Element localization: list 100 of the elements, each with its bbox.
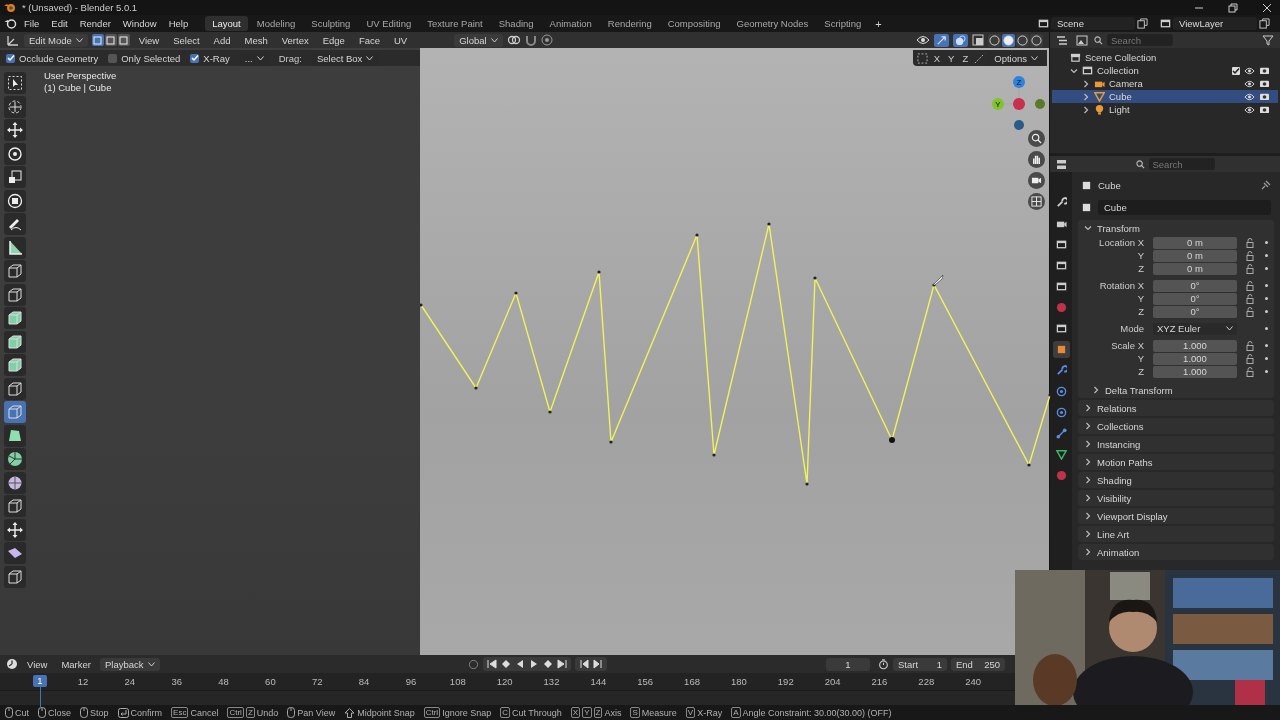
keyframe-dot[interactable] — [1265, 310, 1268, 313]
panel-header[interactable]: Transform — [1078, 220, 1274, 236]
tool-button[interactable] — [4, 189, 26, 212]
chevron-icon[interactable] — [1070, 66, 1078, 75]
restore-icon[interactable] — [1228, 2, 1238, 13]
lock-icon[interactable] — [1246, 366, 1254, 377]
chevron-icon[interactable] — [1084, 224, 1092, 232]
menu-item[interactable]: File — [19, 17, 45, 30]
keyframe-dot[interactable] — [1265, 370, 1268, 373]
number-field[interactable]: 0 m — [1153, 236, 1237, 249]
tool-button[interactable] — [4, 166, 26, 188]
number-field[interactable]: 1.000 — [1153, 352, 1237, 365]
camera-icon[interactable] — [1259, 79, 1270, 88]
panel-header[interactable]: Collections — [1078, 418, 1274, 434]
chevron-icon[interactable] — [1084, 530, 1092, 538]
shading-button[interactable] — [988, 33, 1001, 47]
chevron-icon[interactable] — [1082, 105, 1090, 114]
snap-icon[interactable] — [916, 52, 928, 64]
tool-button[interactable] — [4, 260, 26, 282]
record-icon[interactable] — [467, 658, 479, 670]
workspace-tab[interactable]: Modeling — [249, 16, 303, 31]
keyframe-dot[interactable] — [1265, 284, 1268, 287]
tool-button[interactable] — [4, 448, 26, 470]
chevron-icon[interactable] — [1084, 404, 1092, 412]
workspace-tab[interactable]: Layout — [205, 16, 248, 31]
camera-view-button[interactable] — [1028, 172, 1045, 189]
checkbox[interactable] — [108, 53, 118, 63]
chevron-icon[interactable] — [1084, 458, 1092, 466]
menu-item[interactable]: UV — [389, 33, 413, 47]
chevron-icon[interactable] — [1084, 440, 1092, 448]
keyframe-dot[interactable] — [1265, 254, 1268, 257]
chevron-icon[interactable] — [1084, 494, 1092, 502]
menu-item[interactable]: Edge — [317, 33, 350, 47]
properties-tab[interactable] — [1052, 341, 1070, 358]
keyframe-dot[interactable] — [1265, 357, 1268, 360]
lock-icon[interactable] — [1246, 280, 1254, 291]
checkbox-option[interactable]: Occlude Geometry — [6, 52, 99, 64]
tool-button[interactable] — [4, 330, 26, 353]
number-field[interactable]: 0 m — [1153, 262, 1237, 275]
lock-icon[interactable] — [1246, 250, 1254, 261]
number-field[interactable]: 0° — [1153, 292, 1237, 305]
panel-header[interactable]: Relations — [1078, 400, 1274, 416]
name-field[interactable]: Cube — [1098, 199, 1271, 215]
prev-marker-icon[interactable] — [578, 659, 589, 669]
chevron-icon[interactable] — [1082, 92, 1090, 101]
panel-header[interactable]: Instancing — [1078, 436, 1274, 452]
editor-type-icon[interactable] — [1056, 34, 1070, 46]
subpanel-header[interactable]: Delta Transform — [1078, 382, 1274, 398]
chevron-icon[interactable] — [1084, 422, 1092, 430]
menu-item[interactable]: View — [133, 33, 165, 47]
scene-field[interactable]: Scene — [1051, 17, 1135, 30]
copy-icon[interactable] — [1259, 18, 1270, 29]
lock-icon[interactable] — [1246, 306, 1254, 317]
xray-icon[interactable] — [972, 34, 984, 46]
tool-button[interactable] — [4, 354, 26, 376]
search-field[interactable]: Search — [1107, 34, 1173, 46]
link-icon[interactable] — [506, 34, 521, 46]
menu-item[interactable]: Face — [353, 33, 385, 47]
skip-end-icon[interactable] — [556, 659, 567, 669]
tool-button[interactable] — [4, 283, 26, 306]
next-marker-icon[interactable] — [592, 659, 603, 669]
view-layer-field[interactable]: ViewLayer — [1173, 17, 1257, 30]
menu-item[interactable]: Window — [117, 17, 162, 30]
clock-icon[interactable] — [6, 658, 18, 670]
workspace-tab[interactable]: Texture Paint — [420, 16, 490, 31]
tool-button[interactable] — [4, 95, 26, 118]
eye-icon[interactable] — [1244, 66, 1255, 75]
outliner-row[interactable]: Light — [1052, 103, 1278, 116]
search-field[interactable]: Search — [1148, 158, 1215, 170]
copy-icon[interactable] — [1137, 18, 1148, 29]
select-mode-button[interactable] — [104, 34, 117, 46]
axis-toggle[interactable]: Y — [946, 52, 957, 64]
menu-item[interactable]: Marker — [56, 657, 96, 671]
tool-button[interactable] — [4, 213, 26, 235]
number-field[interactable]: 1.000 — [1153, 339, 1237, 352]
mode-dropdown[interactable]: XYZ Euler — [1153, 322, 1237, 335]
number-field[interactable]: 1.000 — [1153, 365, 1237, 378]
checkbox-option[interactable]: Only Selected — [108, 52, 181, 64]
blender-logo-icon[interactable] — [4, 18, 17, 29]
eye-icon[interactable] — [1244, 79, 1255, 88]
workspace-tab[interactable]: Geometry Nodes — [729, 16, 816, 31]
tool-button[interactable] — [4, 307, 26, 329]
menu-item[interactable]: Render — [74, 17, 116, 30]
eye-icon[interactable] — [916, 35, 930, 45]
workspace-tab[interactable]: Compositing — [660, 16, 728, 31]
keyframe-dot[interactable] — [1265, 297, 1268, 300]
keyframe-dot[interactable] — [1265, 327, 1268, 330]
axis-toggle[interactable]: Z — [960, 52, 971, 64]
outliner-row[interactable]: Cube — [1052, 90, 1278, 103]
panel-header[interactable]: Line Art — [1078, 526, 1274, 542]
playback-dropdown[interactable]: Playback — [100, 657, 160, 671]
shading-button[interactable] — [1016, 33, 1029, 47]
orientation-dropdown[interactable]: Global — [454, 33, 503, 47]
chevron-icon[interactable] — [1082, 79, 1090, 88]
chevron-icon[interactable] — [1084, 476, 1092, 484]
navigation-gizmo[interactable]: Z Y — [987, 74, 1047, 132]
proportional-icon[interactable] — [540, 34, 553, 46]
camera-icon[interactable] — [1259, 105, 1270, 114]
panel-header[interactable]: Shading — [1078, 472, 1274, 488]
prev-keyframe-icon[interactable] — [500, 659, 511, 669]
